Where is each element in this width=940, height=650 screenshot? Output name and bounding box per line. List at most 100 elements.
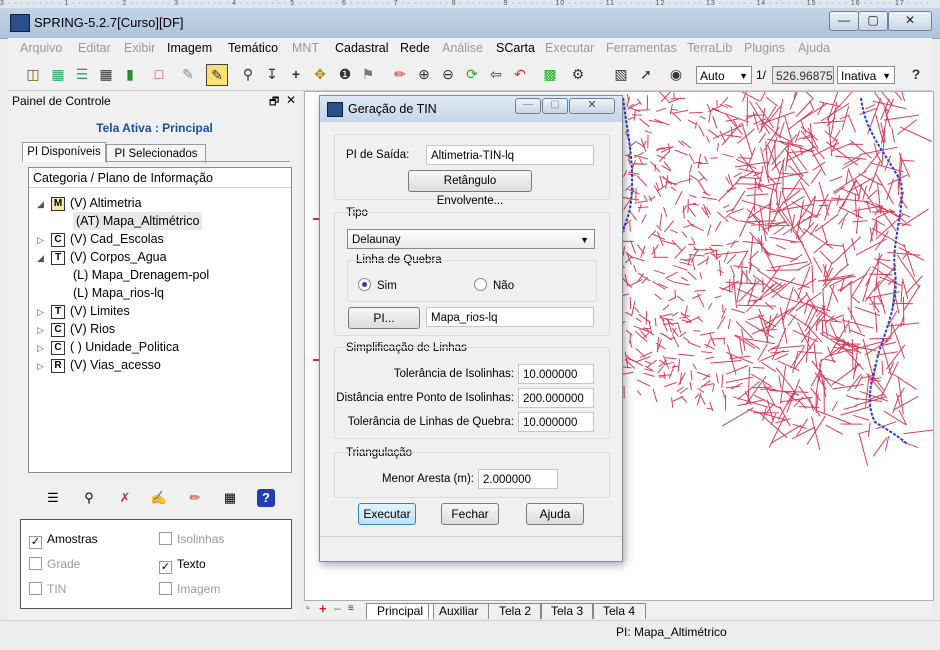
- tree-item[interactable]: ▷C(V) Cad_Escolas: [37, 230, 164, 248]
- remove-tab-icon[interactable]: –: [334, 601, 341, 615]
- tree-item[interactable]: ▷T(V) Limites: [37, 302, 130, 320]
- pencil-icon[interactable]: ✏: [390, 64, 410, 84]
- check-tin[interactable]: TIN: [29, 582, 66, 596]
- zoom-icon[interactable]: ⚲: [238, 64, 258, 84]
- tree-item[interactable]: ◢T(V) Corpos_Agua: [37, 248, 167, 266]
- close-button[interactable]: ✕: [888, 11, 932, 31]
- table-icon[interactable]: ▦: [221, 489, 239, 507]
- plugin-icon[interactable]: ▩: [540, 64, 560, 84]
- menu-terralib[interactable]: TerraLib: [687, 41, 732, 55]
- settings-icon[interactable]: ⚙: [568, 64, 588, 84]
- menu-ajuda[interactable]: Ajuda: [798, 41, 830, 55]
- menu-cadastral[interactable]: Cadastral: [335, 41, 389, 55]
- undo-icon[interactable]: ↶: [510, 64, 530, 84]
- tab-tela-3[interactable]: Tela 3: [540, 603, 594, 619]
- executar-button[interactable]: Executar: [358, 503, 416, 525]
- window-icon[interactable]: □: [149, 64, 169, 84]
- radio-nao[interactable]: Não: [474, 278, 514, 292]
- tree-item[interactable]: ▷C(V) Rios: [37, 320, 115, 338]
- add-icon[interactable]: +: [286, 64, 306, 84]
- minimize-button[interactable]: —: [829, 11, 859, 31]
- checkbox-tin[interactable]: [29, 582, 42, 595]
- tipo-select[interactable]: Delaunay▼: [347, 229, 595, 249]
- check-imagem[interactable]: Imagem: [159, 582, 220, 596]
- project-icon[interactable]: ▦: [48, 64, 68, 84]
- check-grade[interactable]: Grade: [29, 557, 80, 571]
- expand-icon[interactable]: ▷: [37, 357, 51, 375]
- pi-quebra-input[interactable]: Mapa_rios-lq: [426, 307, 594, 327]
- menu-rede[interactable]: Rede: [400, 41, 430, 55]
- scale-value-field[interactable]: 526.968750: [772, 66, 834, 84]
- help-button-icon[interactable]: ?: [257, 489, 275, 507]
- expand-icon[interactable]: ▷: [37, 231, 51, 249]
- add-tab-icon[interactable]: +: [319, 601, 327, 616]
- menor-aresta-input[interactable]: 2.000000: [478, 469, 558, 489]
- tree-item[interactable]: ▷R(V) Vias_acesso: [37, 356, 161, 374]
- search-doc-icon[interactable]: ⚲: [80, 489, 98, 507]
- tree-item[interactable]: (L) Mapa_rios-lq: [73, 284, 164, 302]
- panel-close-icon[interactable]: ✕: [286, 93, 296, 107]
- tab-tela-4[interactable]: Tela 4: [592, 603, 646, 619]
- write-icon[interactable]: ✍: [150, 489, 168, 507]
- check-amostras[interactable]: ✓Amostras: [29, 532, 98, 549]
- radio-sim[interactable]: Sim: [358, 278, 397, 292]
- tol-isolinhas-input[interactable]: 10.000000: [518, 364, 594, 384]
- move-icon[interactable]: ✥: [310, 64, 330, 84]
- menu-ferramentas[interactable]: Ferramentas: [606, 41, 677, 55]
- tree-item[interactable]: ◢M(V) Altimetria: [37, 194, 142, 212]
- menu-imagem[interactable]: Imagem: [167, 41, 212, 55]
- retangulo-envolvente-button[interactable]: Retângulo Envolvente...: [408, 170, 532, 192]
- zoom-out-icon[interactable]: ⊖: [438, 64, 458, 84]
- checkbox-amostras[interactable]: ✓: [29, 536, 42, 549]
- edit-tools-icon[interactable]: ✗: [116, 489, 134, 507]
- tab-pi-disponiveis[interactable]: PI Disponíveis: [22, 142, 106, 162]
- eraser-icon[interactable]: ▮: [120, 64, 140, 84]
- pen-icon[interactable]: ✏: [186, 489, 204, 507]
- tab-principal[interactable]: Principal: [366, 603, 434, 619]
- draw-icon[interactable]: ✎: [206, 64, 228, 86]
- maximize-button[interactable]: ▢: [858, 11, 888, 31]
- ajuda-button[interactable]: Ajuda: [526, 503, 584, 525]
- palette-icon[interactable]: ◉: [666, 64, 686, 84]
- tab-tela-2[interactable]: Tela 2: [488, 603, 542, 619]
- dialog-maximize-button[interactable]: ▢: [542, 98, 568, 114]
- download-icon[interactable]: ↧: [262, 64, 282, 84]
- menu-executar[interactable]: Executar: [545, 41, 594, 55]
- tag-icon[interactable]: ⚑: [358, 64, 378, 84]
- state-select[interactable]: Inativa▼: [837, 66, 895, 84]
- menu-editar[interactable]: Editar: [78, 41, 111, 55]
- checkbox-texto[interactable]: ✓: [159, 561, 172, 574]
- tree-item[interactable]: ▷C( ) Unidade_Politica: [37, 338, 179, 356]
- fechar-button[interactable]: Fechar: [441, 503, 499, 525]
- tab-auxiliar[interactable]: Auxiliar: [428, 603, 489, 619]
- pi-button[interactable]: PI...: [348, 307, 420, 329]
- list-icon[interactable]: ☰: [44, 489, 62, 507]
- check-texto[interactable]: ✓Texto: [159, 557, 206, 574]
- grid-icon[interactable]: ▦: [96, 64, 116, 84]
- float-icon[interactable]: 🗗: [269, 93, 279, 112]
- checkbox-grade[interactable]: [29, 557, 42, 570]
- checkbox-isolinhas[interactable]: [159, 532, 172, 545]
- info-icon[interactable]: ❶: [335, 64, 355, 84]
- radio-nao-indicator[interactable]: [474, 278, 487, 291]
- tree-item[interactable]: (AT) Mapa_Altimétrico: [73, 212, 202, 230]
- collapse-icon[interactable]: ◢: [37, 195, 51, 213]
- menu-analise[interactable]: Análise: [442, 41, 483, 55]
- expand-icon[interactable]: ▷: [37, 321, 51, 339]
- collapse-icon[interactable]: ◢: [37, 249, 51, 267]
- menu-tematico[interactable]: Temático: [228, 41, 278, 55]
- database-icon[interactable]: ◫: [23, 64, 43, 84]
- menu-plugins[interactable]: Plugins: [744, 41, 785, 55]
- back-icon[interactable]: ⇦: [486, 64, 506, 84]
- menu-mnt[interactable]: MNT: [292, 41, 319, 55]
- tab-nav-icon[interactable]: ▫: [306, 603, 310, 614]
- expand-icon[interactable]: ▷: [37, 339, 51, 357]
- dialog-close-button[interactable]: ✕: [569, 98, 615, 114]
- menu-exibir[interactable]: Exibir: [124, 41, 155, 55]
- ruler-icon[interactable]: ▧: [611, 64, 631, 84]
- pointer-icon[interactable]: ✎: [178, 64, 198, 84]
- lasso-icon[interactable]: ⟳: [462, 64, 482, 84]
- zoom-in-icon[interactable]: ⊕: [414, 64, 434, 84]
- tol-quebra-input[interactable]: 10.000000: [518, 412, 594, 432]
- cursor-plus-icon[interactable]: ➚: [636, 64, 656, 84]
